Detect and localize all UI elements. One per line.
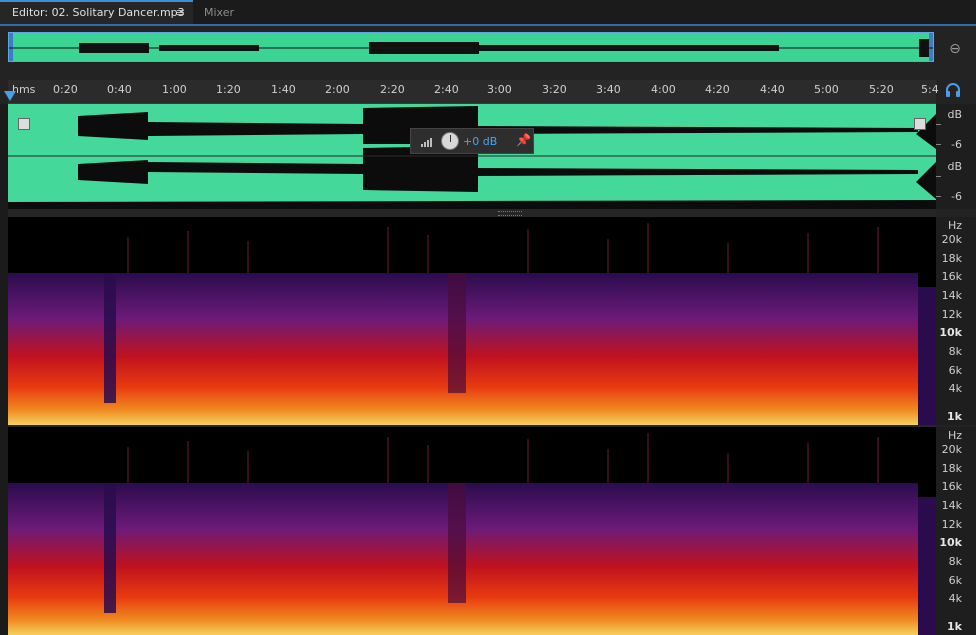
scale-label: 1k <box>947 410 962 423</box>
scale-label: 14k <box>941 289 962 302</box>
tick-label: 3:40 <box>596 83 621 96</box>
tab-editor-label: Editor: 02. Solitary Dancer.mp3 <box>12 6 185 19</box>
scale-label: 14k <box>941 499 962 512</box>
fade-out-handle[interactable] <box>914 118 926 130</box>
frequency-scale-channel-1: Hz 20k 18k 16k 14k 12k 10k 8k 6k 4k 1k <box>936 217 976 425</box>
tick-label: 2:20 <box>380 83 405 96</box>
waveform-graphic <box>8 106 936 209</box>
spectrogram-graphic <box>8 223 936 425</box>
scale-label: 4k <box>948 382 962 395</box>
fade-in-handle[interactable] <box>18 118 30 130</box>
playhead-marker[interactable] <box>4 91 16 101</box>
tick-label: 4:20 <box>705 83 730 96</box>
tick-label: 1:20 <box>216 83 241 96</box>
gain-value[interactable]: +0 dB <box>463 135 497 148</box>
scale-label: 4k <box>948 592 962 605</box>
level-meter-icon <box>421 138 432 147</box>
scale-label: 18k <box>941 462 962 475</box>
tab-mixer[interactable]: Mixer <box>194 0 262 25</box>
spectral-display-channel-1[interactable] <box>8 217 936 425</box>
amplitude-scale: dB -6 dB -6 <box>936 104 976 209</box>
spectrogram-graphic <box>8 433 936 635</box>
active-panel-border <box>0 24 976 26</box>
scale-label: 8k <box>948 345 962 358</box>
scale-label: Hz <box>947 219 962 232</box>
scale-label: dB <box>947 160 962 173</box>
tick-label: 5:20 <box>869 83 894 96</box>
scale-label: 6k <box>948 574 962 587</box>
menu-icon[interactable]: ≡ <box>176 2 185 23</box>
tick-label: 4:00 <box>651 83 676 96</box>
scale-label: 20k <box>941 443 962 456</box>
headphones-icon[interactable] <box>944 82 962 100</box>
scale-label: 12k <box>941 308 962 321</box>
scale-label: 6k <box>948 364 962 377</box>
scale-label: 8k <box>948 555 962 568</box>
scale-label: Hz <box>947 429 962 442</box>
tick-label: 5:4 <box>921 83 939 96</box>
overview-navigator[interactable] <box>8 32 934 62</box>
tick-label: 3:00 <box>487 83 512 96</box>
scale-label: 20k <box>941 233 962 246</box>
tick-label: 2:40 <box>434 83 459 96</box>
zoom-out-icon[interactable]: ⊖ <box>944 38 966 60</box>
tick-label: 2:00 <box>325 83 350 96</box>
pin-icon[interactable]: 📌 <box>516 133 531 147</box>
tick-label: 1:40 <box>271 83 296 96</box>
waveform-display[interactable] <box>8 104 936 209</box>
scale-label: 10k <box>939 326 962 339</box>
panel-divider[interactable] <box>8 209 936 217</box>
tick-label: 4:40 <box>760 83 785 96</box>
tick-label: 5:00 <box>814 83 839 96</box>
frequency-scale-channel-2: Hz 20k 18k 16k 14k 12k 10k 8k 6k 4k 1k <box>936 427 976 635</box>
tick-label: 1:00 <box>162 83 187 96</box>
tab-editor[interactable]: Editor: 02. Solitary Dancer.mp3 ≡ <box>0 0 193 25</box>
gain-hud: +0 dB 📌 <box>410 128 534 154</box>
spectral-display-channel-2[interactable] <box>8 427 936 635</box>
tick-label: 0:20 <box>53 83 78 96</box>
overview-waveform <box>9 33 933 61</box>
gain-knob[interactable] <box>441 132 459 150</box>
scale-label: 12k <box>941 518 962 531</box>
tab-mixer-label: Mixer <box>204 6 235 19</box>
time-ruler[interactable]: 0:20 0:40 1:00 1:20 1:40 2:00 2:20 2:40 … <box>8 80 939 104</box>
divider-grip[interactable] <box>498 211 522 216</box>
scale-label: 16k <box>941 270 962 283</box>
tick-label: 0:40 <box>107 83 132 96</box>
scale-label: dB <box>947 108 962 121</box>
scale-label: -6 <box>951 138 962 151</box>
scale-label: 1k <box>947 620 962 633</box>
scale-label: 16k <box>941 480 962 493</box>
scale-label: -6 <box>951 190 962 203</box>
scale-label: 18k <box>941 252 962 265</box>
scale-label: 10k <box>939 536 962 549</box>
tick-label: 3:20 <box>542 83 567 96</box>
panel-edge <box>0 104 8 635</box>
